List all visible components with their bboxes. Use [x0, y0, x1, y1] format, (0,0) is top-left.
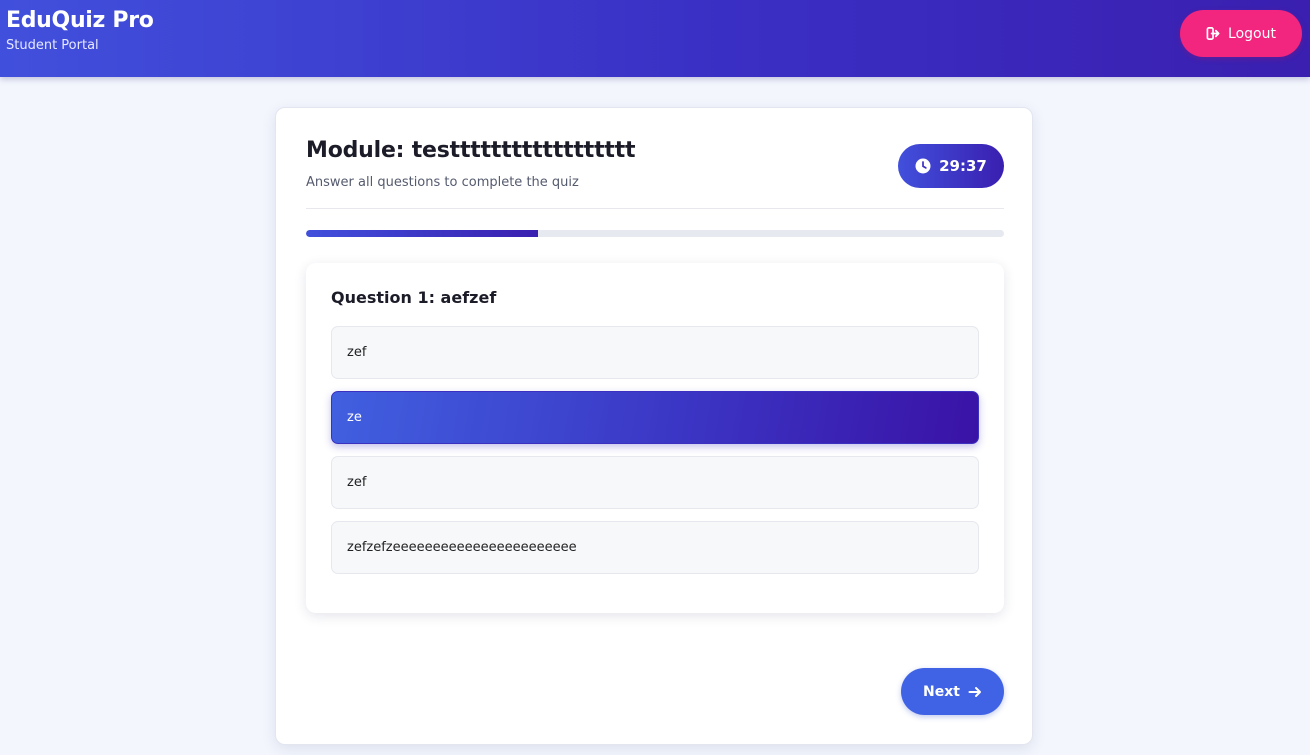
answer-option[interactable]: zef — [331, 326, 979, 379]
answer-option-label: ze — [347, 410, 362, 425]
answer-option[interactable]: ze — [331, 391, 979, 444]
next-button[interactable]: Next — [901, 668, 1004, 715]
answer-option[interactable]: zef — [331, 456, 979, 509]
quiz-progress-bar — [306, 230, 1004, 237]
logout-icon — [1206, 26, 1221, 41]
quiz-progress-fill — [306, 230, 539, 237]
logout-label: Logout — [1228, 25, 1276, 42]
timer-value: 29:37 — [939, 157, 987, 175]
answer-option-label: zef — [347, 475, 367, 490]
answer-option-label: zef — [347, 345, 367, 360]
brand: EduQuiz Pro Student Portal — [6, 8, 154, 53]
next-label: Next — [923, 683, 960, 700]
answer-option-label: zefzefzeeeeeeeeeeeeeeeeeeeeeee — [347, 540, 577, 555]
quiz-instructions: Answer all questions to complete the qui… — [306, 175, 579, 190]
quiz-card: Module: testttttttttttttttttt Answer all… — [275, 107, 1033, 745]
answer-option[interactable]: zefzefzeeeeeeeeeeeeeeeeeeeeeee — [331, 521, 979, 574]
brand-subtitle: Student Portal — [6, 38, 99, 53]
timer-badge: 29:37 — [898, 144, 1004, 188]
question-title: Question 1: aefzef — [331, 288, 497, 307]
header-divider — [306, 208, 1004, 209]
arrow-right-icon — [968, 685, 982, 699]
clock-icon — [915, 158, 931, 174]
top-navbar: EduQuiz Pro Student Portal Logout — [0, 0, 1310, 77]
logout-button[interactable]: Logout — [1180, 10, 1302, 57]
question-card: Question 1: aefzef zef ze zef zefzefzeee… — [306, 263, 1004, 613]
brand-title: EduQuiz Pro — [6, 8, 154, 33]
module-title: Module: testttttttttttttttttt — [306, 138, 636, 163]
